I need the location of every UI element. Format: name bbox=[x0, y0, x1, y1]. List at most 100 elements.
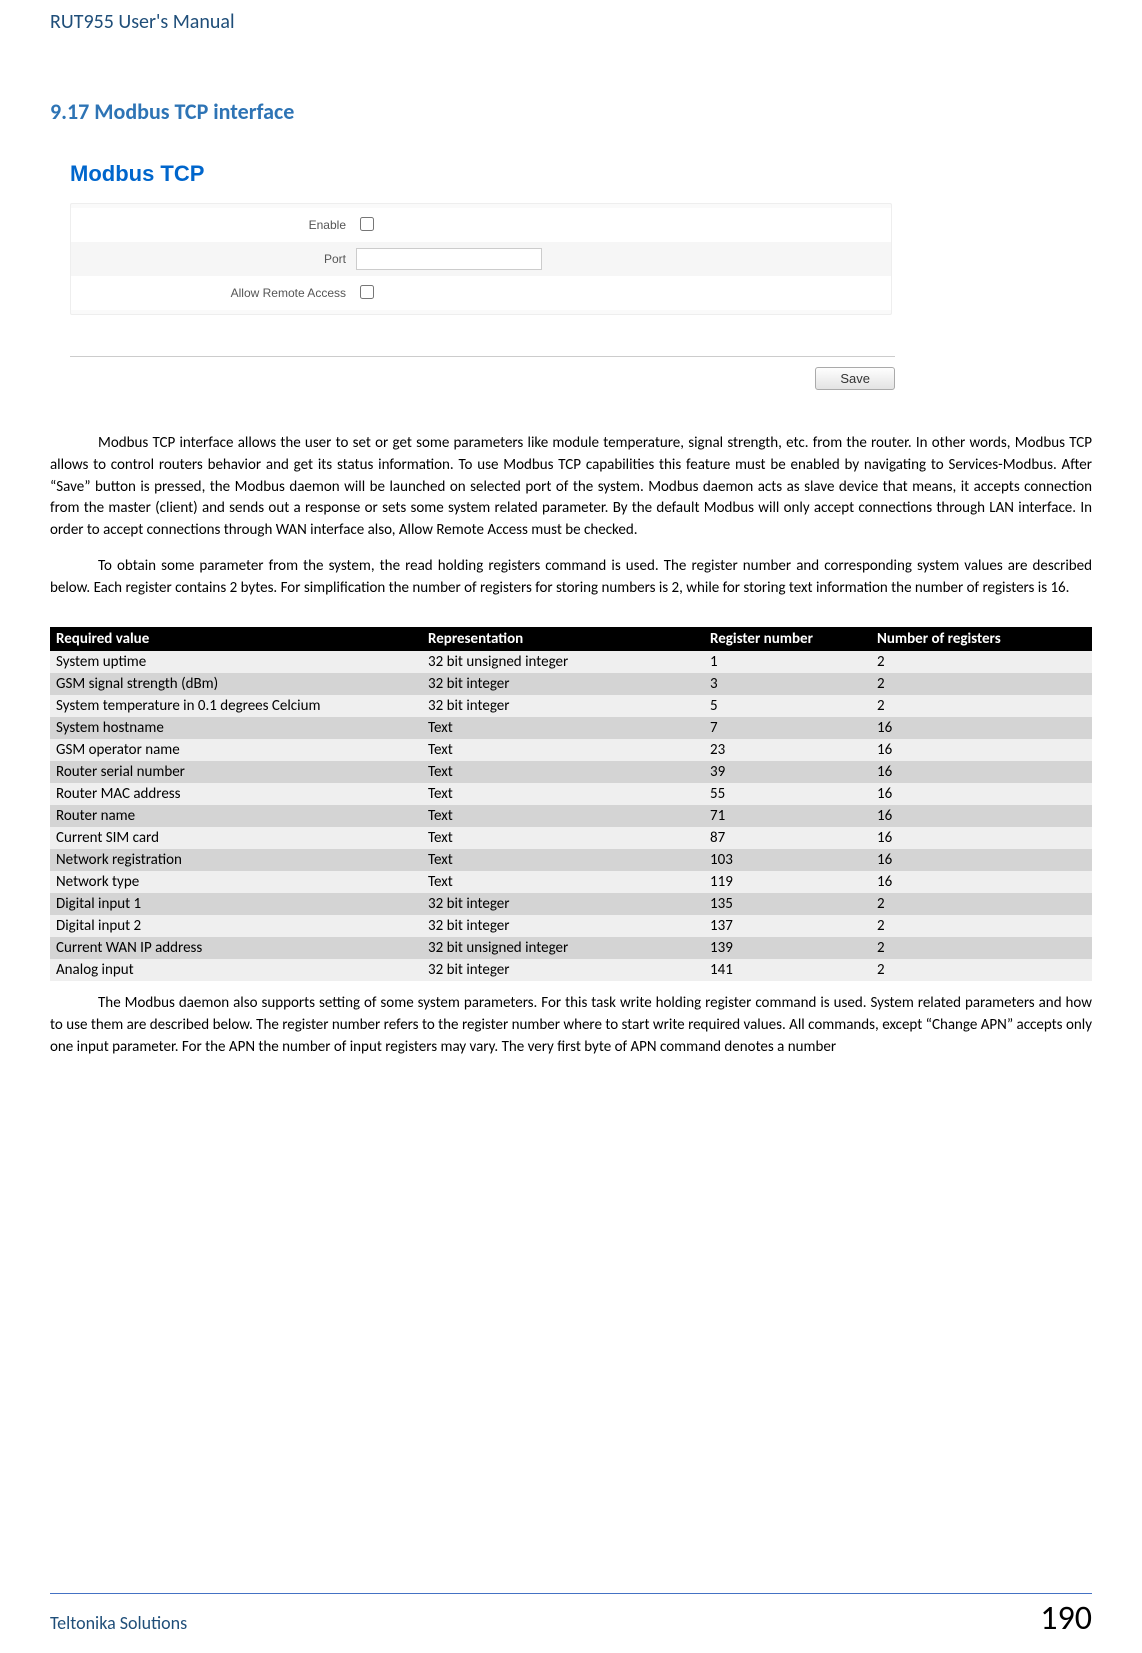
table-header-row: Required value Representation Register n… bbox=[50, 627, 1092, 651]
footer-company: Teltonika Solutions bbox=[50, 1612, 187, 1634]
save-bar: Save bbox=[70, 356, 895, 390]
table-cell: 39 bbox=[704, 761, 871, 783]
table-cell: 119 bbox=[704, 871, 871, 893]
table-cell: 32 bit integer bbox=[422, 959, 704, 981]
panel-form: Enable Port Allow Remote Access bbox=[70, 203, 892, 315]
table-cell: System hostname bbox=[50, 717, 422, 739]
table-cell: 7 bbox=[704, 717, 871, 739]
table-cell: 16 bbox=[871, 805, 1092, 827]
table-cell: 23 bbox=[704, 739, 871, 761]
table-cell: GSM operator name bbox=[50, 739, 422, 761]
table-cell: 16 bbox=[871, 761, 1092, 783]
paragraph-2: To obtain some parameter from the system… bbox=[50, 556, 1092, 600]
allow-remote-label: Allow Remote Access bbox=[71, 286, 356, 300]
table-cell: Text bbox=[422, 761, 704, 783]
table-row: GSM signal strength (dBm)32 bit integer3… bbox=[50, 673, 1092, 695]
save-button[interactable]: Save bbox=[815, 367, 895, 390]
table-cell: 87 bbox=[704, 827, 871, 849]
table-row: Digital input 132 bit integer1352 bbox=[50, 893, 1092, 915]
table-cell: 2 bbox=[871, 937, 1092, 959]
table-cell: 32 bit unsigned integer bbox=[422, 937, 704, 959]
table-cell: 16 bbox=[871, 783, 1092, 805]
table-cell: Text bbox=[422, 827, 704, 849]
table-cell: System temperature in 0.1 degrees Celciu… bbox=[50, 695, 422, 717]
table-cell: 16 bbox=[871, 849, 1092, 871]
port-input[interactable] bbox=[356, 248, 542, 270]
table-cell: Current WAN IP address bbox=[50, 937, 422, 959]
table-cell: 5 bbox=[704, 695, 871, 717]
table-cell: 16 bbox=[871, 717, 1092, 739]
table-row: Router serial numberText3916 bbox=[50, 761, 1092, 783]
table-cell: 2 bbox=[871, 893, 1092, 915]
th-representation: Representation bbox=[422, 627, 704, 651]
table-row: Digital input 232 bit integer1372 bbox=[50, 915, 1092, 937]
table-row: System hostnameText716 bbox=[50, 717, 1092, 739]
table-row: Analog input32 bit integer1412 bbox=[50, 959, 1092, 981]
paragraph-1: Modbus TCP interface allows the user to … bbox=[50, 433, 1092, 542]
table-cell: 55 bbox=[704, 783, 871, 805]
table-cell: 16 bbox=[871, 871, 1092, 893]
table-cell: 32 bit integer bbox=[422, 673, 704, 695]
table-cell: Text bbox=[422, 717, 704, 739]
table-cell: 32 bit integer bbox=[422, 695, 704, 717]
table-cell: Text bbox=[422, 871, 704, 893]
page-number: 190 bbox=[1040, 1598, 1092, 1639]
table-cell: System uptime bbox=[50, 651, 422, 673]
table-cell: Digital input 2 bbox=[50, 915, 422, 937]
table-cell: 32 bit integer bbox=[422, 893, 704, 915]
page-header-title: RUT955 User's Manual bbox=[50, 0, 1092, 38]
table-cell: 135 bbox=[704, 893, 871, 915]
footer-divider bbox=[50, 1593, 1092, 1594]
table-row: Router MAC addressText5516 bbox=[50, 783, 1092, 805]
table-cell: GSM signal strength (dBm) bbox=[50, 673, 422, 695]
table-cell: Text bbox=[422, 739, 704, 761]
table-row: Current WAN IP address32 bit unsigned in… bbox=[50, 937, 1092, 959]
table-cell: Text bbox=[422, 805, 704, 827]
table-cell: 2 bbox=[871, 915, 1092, 937]
table-cell: Text bbox=[422, 849, 704, 871]
table-cell: 2 bbox=[871, 673, 1092, 695]
table-cell: 2 bbox=[871, 651, 1092, 673]
panel-title: Modbus TCP bbox=[70, 161, 204, 187]
table-cell: 3 bbox=[704, 673, 871, 695]
table-cell: 137 bbox=[704, 915, 871, 937]
enable-label: Enable bbox=[71, 218, 356, 232]
port-label: Port bbox=[71, 252, 356, 266]
table-cell: 2 bbox=[871, 959, 1092, 981]
table-cell: Router MAC address bbox=[50, 783, 422, 805]
table-cell: 1 bbox=[704, 651, 871, 673]
table-row: GSM operator nameText2316 bbox=[50, 739, 1092, 761]
table-cell: 16 bbox=[871, 739, 1092, 761]
table-cell: Digital input 1 bbox=[50, 893, 422, 915]
table-cell: Router name bbox=[50, 805, 422, 827]
table-cell: 32 bit integer bbox=[422, 915, 704, 937]
form-row-allow-remote: Allow Remote Access bbox=[71, 276, 891, 310]
modbus-tcp-panel: Modbus TCP Enable Port Allow Remote Acce… bbox=[50, 143, 915, 398]
allow-remote-checkbox[interactable] bbox=[360, 285, 374, 299]
enable-checkbox[interactable] bbox=[360, 217, 374, 231]
registers-table: Required value Representation Register n… bbox=[50, 627, 1092, 981]
table-cell: Current SIM card bbox=[50, 827, 422, 849]
table-cell: 139 bbox=[704, 937, 871, 959]
paragraph-3: The Modbus daemon also supports setting … bbox=[50, 993, 1092, 1058]
table-cell: 103 bbox=[704, 849, 871, 871]
form-row-enable: Enable bbox=[71, 208, 891, 242]
table-cell: 16 bbox=[871, 827, 1092, 849]
form-row-port: Port bbox=[71, 242, 891, 276]
table-cell: 2 bbox=[871, 695, 1092, 717]
table-cell: 141 bbox=[704, 959, 871, 981]
th-required-value: Required value bbox=[50, 627, 422, 651]
table-cell: Text bbox=[422, 783, 704, 805]
table-row: Current SIM cardText8716 bbox=[50, 827, 1092, 849]
table-row: Router nameText7116 bbox=[50, 805, 1092, 827]
th-number-of-registers: Number of registers bbox=[871, 627, 1092, 651]
table-row: System uptime32 bit unsigned integer12 bbox=[50, 651, 1092, 673]
table-cell: Network registration bbox=[50, 849, 422, 871]
section-heading: 9.17 Modbus TCP interface bbox=[50, 98, 1092, 125]
table-row: Network typeText11916 bbox=[50, 871, 1092, 893]
table-cell: 32 bit unsigned integer bbox=[422, 651, 704, 673]
table-cell: Network type bbox=[50, 871, 422, 893]
page-footer: Teltonika Solutions 190 bbox=[0, 1593, 1142, 1653]
table-row: System temperature in 0.1 degrees Celciu… bbox=[50, 695, 1092, 717]
table-cell: Router serial number bbox=[50, 761, 422, 783]
